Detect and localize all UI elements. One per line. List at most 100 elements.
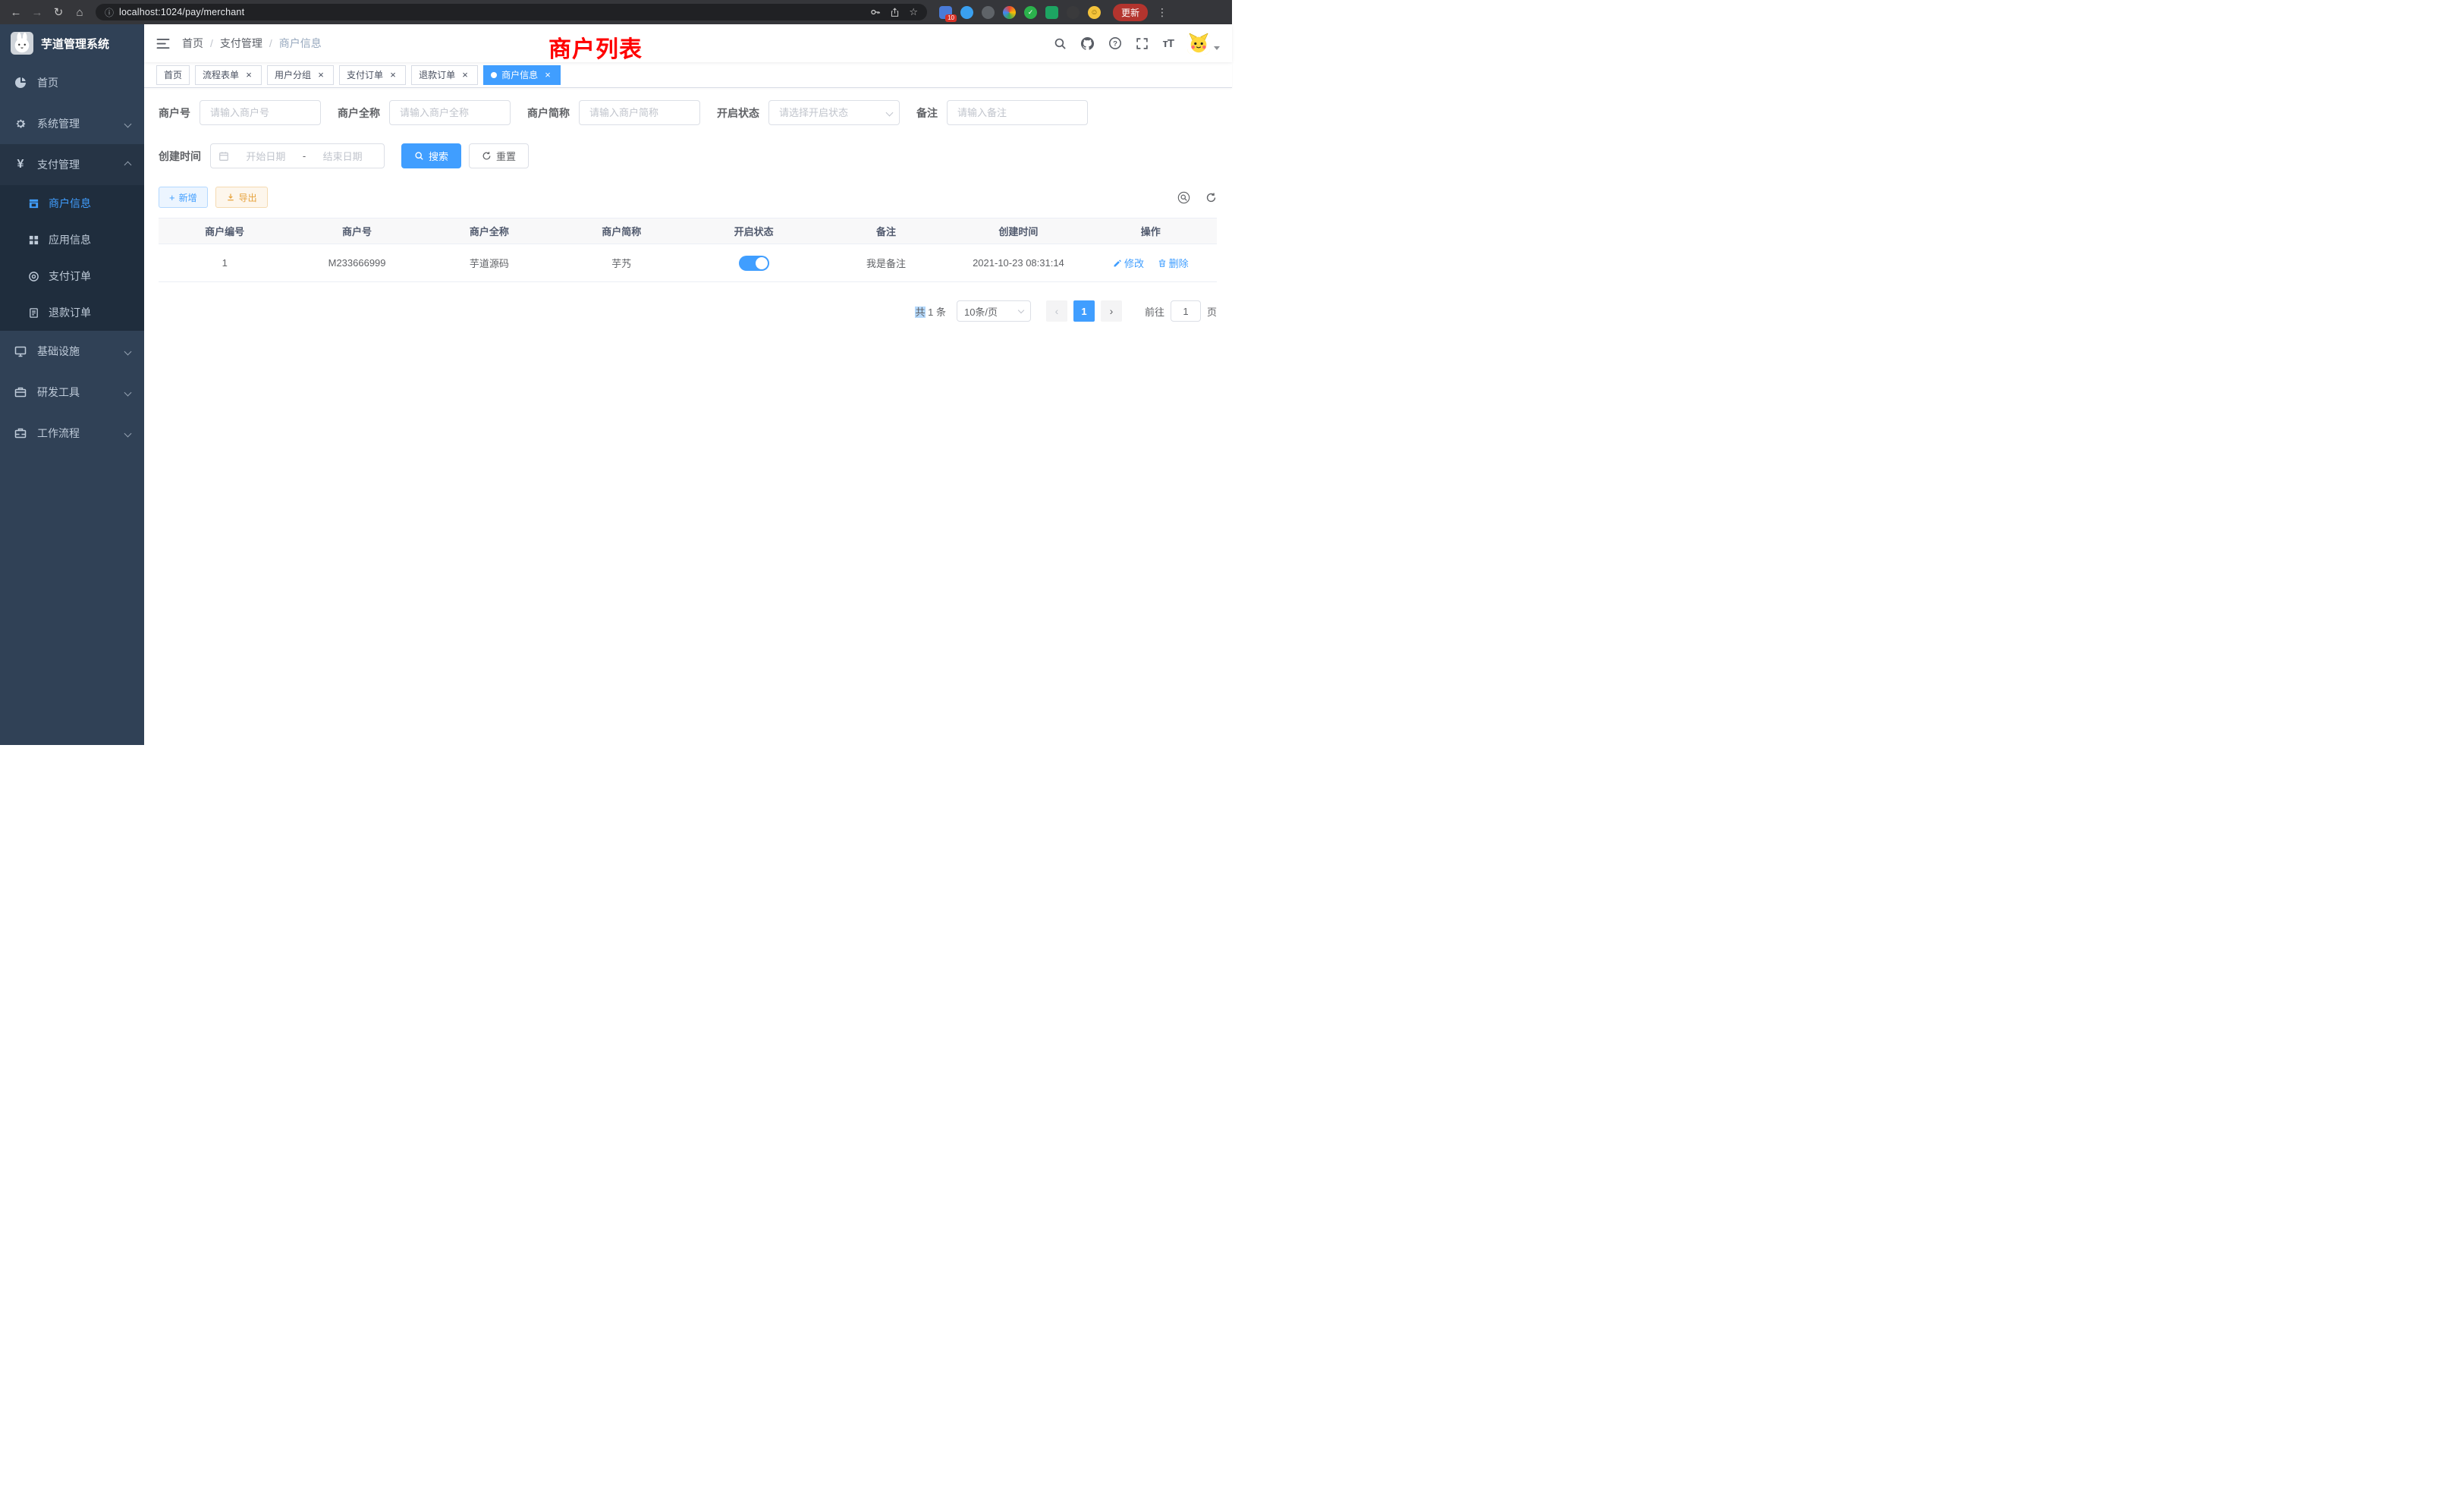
- reset-button[interactable]: 重置: [469, 143, 529, 168]
- home-icon[interactable]: ⌂: [71, 7, 88, 18]
- search-icon[interactable]: [1054, 37, 1067, 50]
- app-title: 芋道管理系统: [41, 36, 109, 52]
- goto-page-input[interactable]: [1171, 300, 1201, 322]
- cell-created-at: 2021-10-23 08:31:14: [952, 244, 1084, 282]
- hamburger-icon[interactable]: [156, 38, 170, 49]
- sidebar-item-label: 系统管理: [37, 116, 80, 131]
- sidebar-item-dev-tools[interactable]: 研发工具: [0, 372, 144, 413]
- page-size-value: 10条/页: [964, 304, 998, 319]
- cell-id: 1: [159, 244, 291, 282]
- extension-icon[interactable]: [1045, 6, 1058, 19]
- close-icon[interactable]: ×: [460, 70, 470, 80]
- font-size-icon[interactable]: тT: [1162, 37, 1174, 50]
- github-icon[interactable]: [1080, 36, 1095, 51]
- help-icon[interactable]: ?: [1108, 36, 1122, 50]
- sidebar-item-workflow[interactable]: 工作流程: [0, 413, 144, 454]
- sidebar-item-app-info[interactable]: 应用信息: [0, 222, 144, 258]
- status-toggle[interactable]: [739, 256, 769, 271]
- forward-icon[interactable]: →: [29, 7, 46, 18]
- chevron-down-icon: [124, 120, 132, 127]
- site-info-icon[interactable]: ⓘ: [105, 6, 114, 19]
- password-key-icon[interactable]: [870, 7, 881, 17]
- extension-icon[interactable]: [1003, 6, 1016, 19]
- search-button[interactable]: 搜索: [401, 143, 461, 168]
- back-icon[interactable]: ←: [8, 7, 24, 18]
- breadcrumb-home[interactable]: 首页: [182, 36, 203, 51]
- cell-full-name: 芋道源码: [423, 244, 555, 282]
- share-icon[interactable]: [890, 8, 900, 17]
- tab-refund-order[interactable]: 退款订单 ×: [411, 65, 478, 85]
- page-size-select[interactable]: 10条/页: [957, 300, 1031, 322]
- remark-input[interactable]: [947, 100, 1088, 125]
- sidebar-logo[interactable]: 芋道管理系统: [0, 24, 144, 62]
- extension-icon[interactable]: 10: [939, 6, 952, 19]
- address-bar[interactable]: ⓘ localhost:1024/pay/merchant ☆: [96, 4, 927, 20]
- extension-icon[interactable]: [1067, 6, 1080, 19]
- tab-pay-order[interactable]: 支付订单 ×: [339, 65, 406, 85]
- sidebar-item-merchant-info[interactable]: 商户信息: [0, 185, 144, 222]
- grid-icon: [27, 234, 39, 246]
- filter-row-2: 创建时间 开始日期 - 结束日期: [159, 143, 1217, 168]
- sidebar-item-infrastructure[interactable]: 基础设施: [0, 331, 144, 372]
- chevron-down-icon: [124, 347, 132, 355]
- sidebar-item-refund-order[interactable]: 退款订单: [0, 294, 144, 331]
- close-icon[interactable]: ×: [244, 70, 254, 80]
- merchant-no-input[interactable]: [200, 100, 321, 125]
- close-icon[interactable]: ×: [542, 70, 553, 80]
- extension-icon[interactable]: ☺: [1088, 6, 1101, 19]
- extension-icon[interactable]: [960, 6, 973, 19]
- extension-icon[interactable]: ✓: [1024, 6, 1037, 19]
- date-start-placeholder: 开始日期: [232, 149, 300, 163]
- date-range-picker[interactable]: 开始日期 - 结束日期: [210, 143, 385, 168]
- tab-merchant-info[interactable]: 商户信息 ×: [483, 65, 561, 85]
- breadcrumb-separator: /: [269, 37, 272, 49]
- merchant-short-input[interactable]: [579, 100, 700, 125]
- breadcrumb-payment[interactable]: 支付管理: [220, 36, 262, 51]
- reload-icon[interactable]: ↻: [50, 7, 67, 18]
- next-page-button[interactable]: ›: [1101, 300, 1122, 322]
- url-text: localhost:1024/pay/merchant: [119, 7, 244, 17]
- search-toggle-icon[interactable]: [1177, 191, 1190, 204]
- status-select[interactable]: [768, 100, 900, 125]
- bookmark-star-icon[interactable]: ☆: [909, 6, 918, 18]
- merchant-no-label: 商户号: [159, 105, 190, 121]
- sidebar-item-label: 工作流程: [37, 426, 80, 441]
- refresh-icon[interactable]: [1205, 192, 1217, 203]
- tab-home[interactable]: 首页: [156, 65, 190, 85]
- dashboard-icon: [14, 77, 27, 89]
- active-dot-icon: [491, 72, 497, 78]
- add-button[interactable]: + 新增: [159, 187, 208, 208]
- delete-button[interactable]: 删除: [1158, 256, 1189, 270]
- browser-update-button[interactable]: 更新: [1113, 4, 1148, 21]
- browser-menu-icon[interactable]: ⋮: [1157, 6, 1168, 19]
- page-number-1[interactable]: 1: [1073, 300, 1095, 322]
- sidebar-item-home[interactable]: 首页: [0, 62, 144, 103]
- edit-label: 修改: [1124, 256, 1144, 270]
- export-button[interactable]: 导出: [215, 187, 268, 208]
- table-header-row: 商户编号 商户号 商户全称 商户简称 开启状态 备注 创建时间 操作: [159, 218, 1217, 244]
- date-separator: -: [303, 150, 306, 162]
- sidebar-item-payment[interactable]: ¥ 支付管理: [0, 144, 144, 185]
- tags-view: 首页 流程表单 × 用户分组 × 支付订单 × 退款订单 ×: [144, 62, 1232, 88]
- filter-row-1: 商户号 商户全称 商户简称 开启状态: [159, 100, 1217, 125]
- col-header-actions: 操作: [1085, 218, 1217, 244]
- user-menu[interactable]: [1187, 32, 1220, 55]
- download-icon: [226, 193, 235, 202]
- tab-user-group[interactable]: 用户分组 ×: [267, 65, 334, 85]
- extension-icon[interactable]: [982, 6, 995, 19]
- merchant-icon: [27, 198, 39, 209]
- sidebar-item-label: 支付管理: [37, 157, 80, 172]
- cell-merchant-no: M233666999: [291, 244, 423, 282]
- col-header-status: 开启状态: [688, 218, 820, 244]
- close-icon[interactable]: ×: [316, 70, 326, 80]
- sidebar-item-pay-order[interactable]: 支付订单: [0, 258, 144, 294]
- edit-button[interactable]: 修改: [1113, 256, 1144, 270]
- plus-icon: +: [169, 193, 175, 203]
- close-icon[interactable]: ×: [388, 70, 398, 80]
- sidebar-item-system[interactable]: 系统管理: [0, 103, 144, 144]
- fullscreen-icon[interactable]: [1136, 37, 1149, 50]
- monitor-icon: [14, 345, 27, 357]
- prev-page-button[interactable]: ‹: [1046, 300, 1067, 322]
- merchant-name-input[interactable]: [389, 100, 511, 125]
- tab-process-form[interactable]: 流程表单 ×: [195, 65, 262, 85]
